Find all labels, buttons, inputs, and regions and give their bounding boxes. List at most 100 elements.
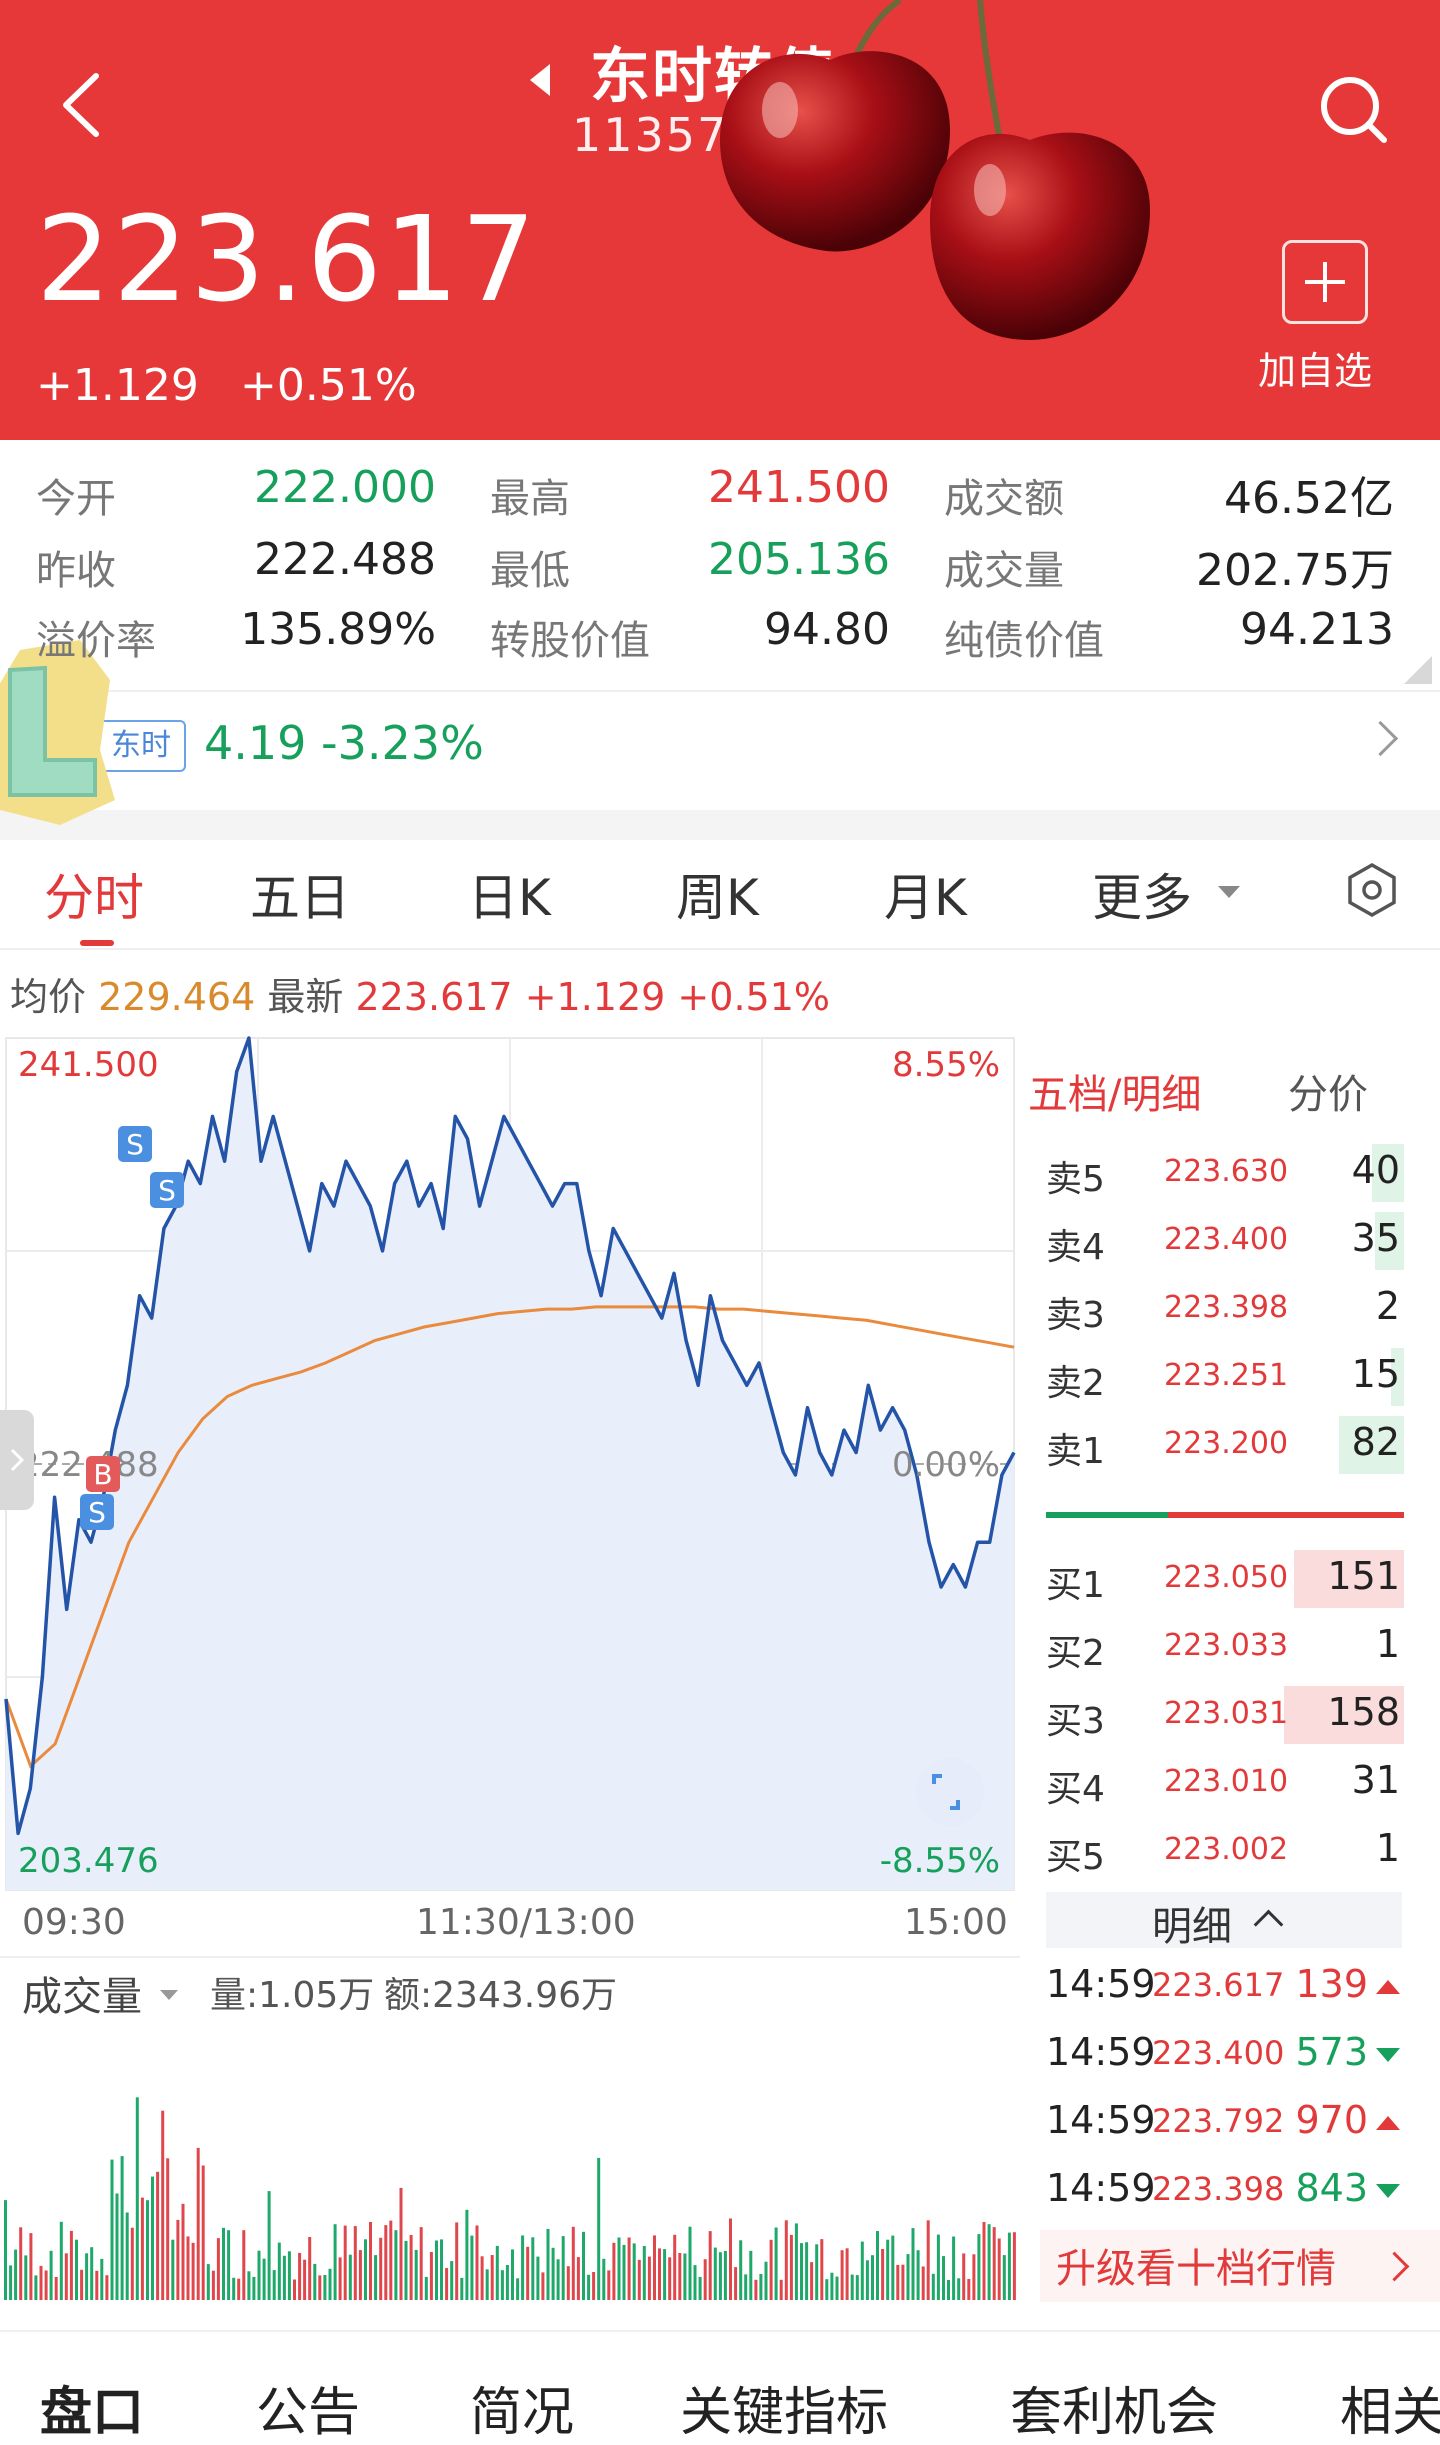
divider xyxy=(0,1956,1020,1958)
current-price: 223.617 xyxy=(36,190,538,328)
bid-volume: 158 xyxy=(1327,1690,1400,1734)
stat-value: 94.80 xyxy=(764,604,890,655)
volume-bar xyxy=(673,2234,677,2300)
stat-value: 241.500 xyxy=(708,462,890,513)
volume-bar xyxy=(957,2278,961,2300)
search-icon[interactable] xyxy=(1316,72,1390,146)
volume-bar xyxy=(551,2247,555,2300)
tick-time: 14:59 xyxy=(1046,2098,1156,2142)
volume-bar xyxy=(384,2225,388,2300)
tick-price: 223.398 xyxy=(1152,2170,1285,2208)
add-watchlist-label[interactable]: 加自选 xyxy=(1258,340,1372,395)
tick-time: 14:59 xyxy=(1046,1962,1156,2006)
volume-bar xyxy=(592,2272,596,2300)
volume-bar xyxy=(196,2147,200,2300)
volume-bar xyxy=(399,2187,403,2300)
volume-bar xyxy=(881,2249,885,2300)
volume-bar xyxy=(931,2273,935,2300)
bottom-tab-1[interactable]: 公告 xyxy=(256,2370,360,2445)
volume-bar xyxy=(29,2233,33,2300)
volume-bar xyxy=(972,2254,976,2300)
y-max-label: 241.500 xyxy=(18,1045,159,1085)
orderbook-tab-depth[interactable]: 五档/明细 xyxy=(1028,1062,1201,1120)
volume-bar xyxy=(49,2250,53,2300)
volume-bar xyxy=(414,2249,418,2300)
ask-label: 卖1 xyxy=(1046,1431,1105,1472)
volume-bar xyxy=(181,2203,185,2300)
tab-1[interactable]: 五日 xyxy=(250,858,350,930)
bottom-tab-0[interactable]: 盘口 xyxy=(40,2370,144,2445)
volume-bar xyxy=(429,2252,433,2300)
left-drawer-handle xyxy=(0,1410,34,1510)
bottom-tab-2[interactable]: 简况 xyxy=(470,2370,574,2445)
avg-label: 均价 xyxy=(10,975,87,1019)
ask-volume: 40 xyxy=(1351,1148,1400,1192)
stat-label: 成交量 xyxy=(944,548,1064,594)
stat-label: 今开 xyxy=(36,476,116,522)
volume-bar xyxy=(4,2200,7,2300)
volume-bar xyxy=(328,2268,332,2300)
tick-price: 223.792 xyxy=(1152,2102,1285,2140)
detail-label[interactable]: 明细 xyxy=(1152,1894,1232,1952)
volume-bar xyxy=(379,2237,383,2300)
volume-bar xyxy=(587,2274,591,2300)
tick-volume: 970 xyxy=(1295,2098,1368,2142)
ask-volume: 35 xyxy=(1351,1216,1400,1260)
volume-bar xyxy=(323,2275,327,2300)
volume-bar xyxy=(952,2236,956,2300)
volume-bar xyxy=(125,2212,129,2300)
intraday-chart[interactable]: 241.500203.476222.4888.55%0.00%-8.55%SSS… xyxy=(0,1030,1020,1900)
ask-price: 223.398 xyxy=(1164,1290,1289,1325)
x-axis-label-end: 15:00 xyxy=(904,1902,1008,1943)
volume-bar xyxy=(612,2242,616,2300)
volume-amt: 额:2343.96万 xyxy=(384,1975,617,2016)
volume-bar xyxy=(820,2239,824,2300)
bottom-tab-4[interactable]: 套利机会 xyxy=(1010,2370,1218,2445)
bid-label: 买4 xyxy=(1046,1769,1105,1810)
tab-2[interactable]: 日K xyxy=(468,858,551,930)
volume-bar xyxy=(227,2230,231,2300)
bottom-tab-5[interactable]: 相关 xyxy=(1340,2370,1440,2445)
pct-mid-label: 0.00% xyxy=(892,1445,1000,1485)
bottom-tab-3[interactable]: 关键指标 xyxy=(680,2370,888,2445)
volume-selector[interactable]: 成交量 xyxy=(22,1964,142,2022)
tab-0[interactable]: 分时 xyxy=(44,858,144,930)
volume-bar xyxy=(105,2275,109,2300)
volume-bar xyxy=(977,2234,981,2300)
volume-bar xyxy=(303,2259,307,2300)
bid-volume: 151 xyxy=(1327,1554,1400,1598)
volume-bar xyxy=(308,2237,312,2300)
tab-5[interactable]: 更多 xyxy=(1092,858,1192,930)
volume-bar xyxy=(505,2265,509,2300)
volume-bar xyxy=(865,2260,869,2300)
prev-stock-arrow-icon[interactable] xyxy=(530,64,550,96)
volume-bar xyxy=(784,2220,788,2300)
orderbook-tab-price[interactable]: 分价 xyxy=(1288,1062,1368,1120)
trade-marker-label: B xyxy=(93,1458,112,1491)
add-watchlist-icon[interactable] xyxy=(1282,240,1368,324)
tab-4[interactable]: 月K xyxy=(884,858,967,930)
ask-label: 卖4 xyxy=(1046,1227,1105,1268)
volume-bar xyxy=(713,2247,717,2300)
tab-3[interactable]: 周K xyxy=(676,858,759,930)
volume-bar xyxy=(480,2256,484,2300)
volume-bar xyxy=(627,2237,631,2300)
volume-bar xyxy=(440,2239,443,2300)
chevron-down-icon[interactable] xyxy=(1218,886,1240,898)
stat-value: 202.75万 xyxy=(1196,545,1394,596)
settings-icon[interactable] xyxy=(1344,862,1400,918)
back-icon[interactable] xyxy=(52,70,112,140)
volume-bar xyxy=(653,2235,656,2300)
volume-bar xyxy=(779,2279,783,2300)
chevron-down-icon[interactable] xyxy=(160,1990,178,2000)
volume-bar xyxy=(455,2222,459,2300)
volume-bar xyxy=(206,2264,210,2300)
volume-bar xyxy=(602,2258,606,2300)
stat-label: 纯债价值 xyxy=(944,618,1104,664)
upgrade-label[interactable]: 升级看十档行情 xyxy=(1056,2236,1336,2294)
volume-bar xyxy=(876,2231,879,2300)
ask-label: 卖3 xyxy=(1046,1295,1105,1336)
ask-volume: 82 xyxy=(1351,1420,1400,1464)
volume-bar xyxy=(901,2264,905,2300)
volume-bar xyxy=(374,2255,378,2300)
